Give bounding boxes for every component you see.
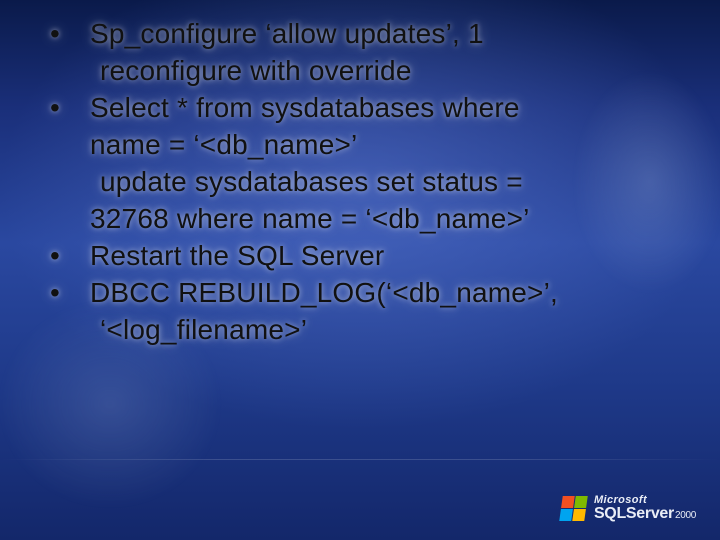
slide: Sp_configure ‘allow updates’, 1 reconfig…	[0, 0, 720, 540]
logo-year: 2000	[675, 510, 696, 521]
bullet-text: Sp_configure ‘allow updates’, 1	[90, 18, 484, 49]
bullet-continuation: reconfigure with override	[42, 53, 700, 90]
footer-logo: Microsoft SQLServer2000	[561, 495, 696, 522]
bullet-item: Sp_configure ‘allow updates’, 1	[42, 16, 700, 53]
bullet-list: Sp_configure ‘allow updates’, 1 reconfig…	[42, 16, 700, 349]
bullet-item: DBCC REBUILD_LOG(‘<db_name>’,	[42, 275, 700, 312]
logo-product-name: SQLServer	[594, 505, 674, 522]
bullet-continuation: ‘<log_filename>’	[42, 312, 700, 349]
bullet-text: Select * from sysdatabases where	[90, 92, 520, 123]
bullet-text: DBCC REBUILD_LOG(‘<db_name>’,	[90, 277, 558, 308]
logo-product: SQLServer2000	[594, 506, 696, 522]
logo-text: Microsoft SQLServer2000	[594, 495, 696, 522]
bullet-wrap: 32768 where name = ‘<db_name>’	[42, 201, 700, 238]
bullet-item: Select * from sysdatabases where	[42, 90, 700, 127]
slide-body: Sp_configure ‘allow updates’, 1 reconfig…	[42, 16, 700, 349]
microsoft-flag-icon	[559, 496, 588, 521]
bullet-text: Restart the SQL Server	[90, 240, 384, 271]
bullet-wrap: name = ‘<db_name>’	[42, 127, 700, 164]
bullet-item: Restart the SQL Server	[42, 238, 700, 275]
logo-vendor: Microsoft	[594, 495, 696, 506]
bullet-continuation: update sysdatabases set status =	[42, 164, 700, 201]
divider-line	[0, 459, 720, 460]
